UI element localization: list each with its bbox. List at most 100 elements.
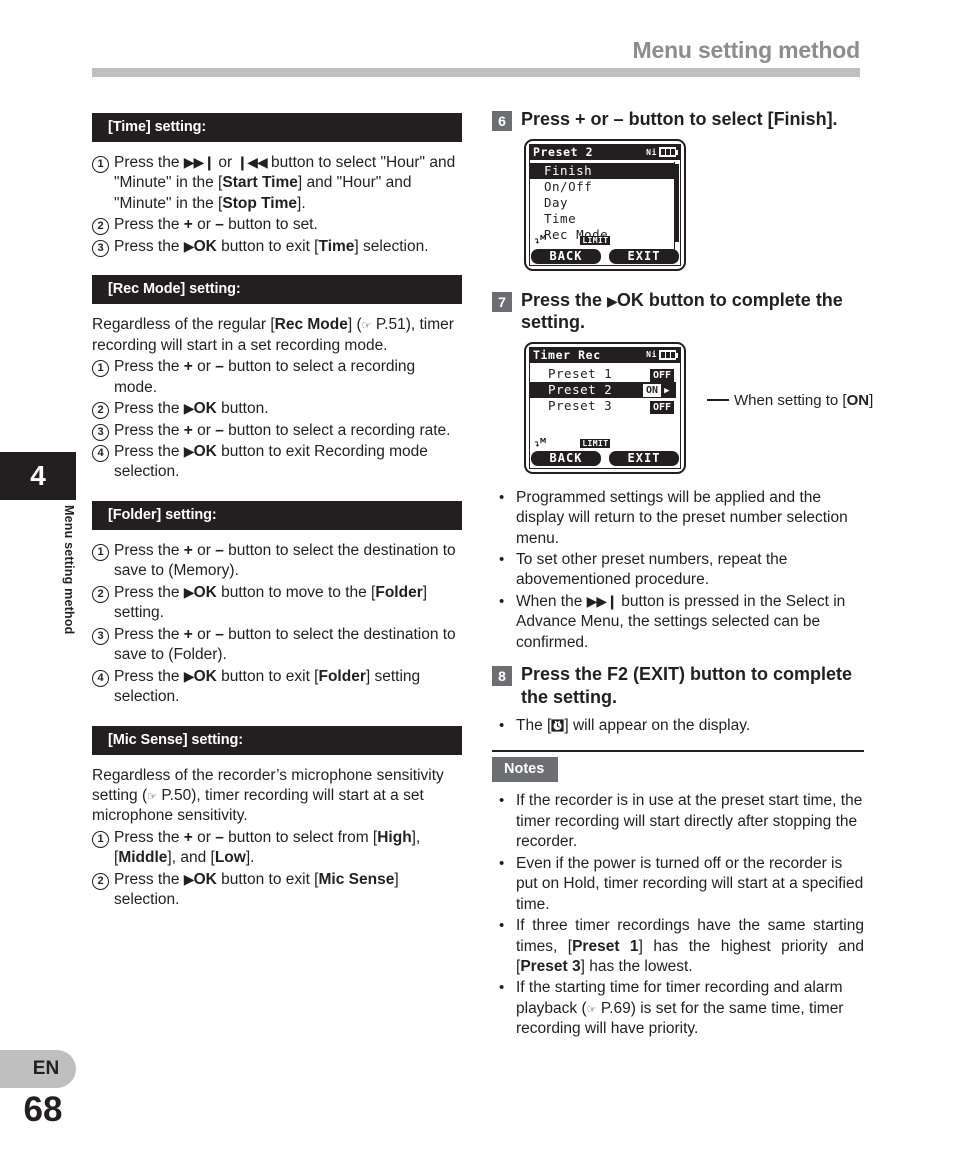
list-item: • If three timer recordings have the same… [499,917,864,975]
transport-glyph-icon: ▶▶❙ [586,593,618,610]
emphasis: Finish [773,109,827,129]
emphasis: Time [318,237,355,255]
lcd-menu-item[interactable]: On/Off [530,179,680,195]
emphasis: Preset 3 [520,958,581,975]
emphasis: + [183,358,193,376]
battery-indicator: Ni [646,349,678,360]
emphasis: High [377,828,412,846]
lcd-inner: Preset 2 Ni Finish On/Off Day Time Rec Mode ↴M L… [529,144,681,266]
transport-glyph-icon: ▶ [183,584,195,601]
lcd-menu-item[interactable]: Day [530,195,680,211]
fkey-exit-button[interactable]: EXIT [609,451,679,467]
step-circle-number: 1 [92,830,109,848]
section-heading: [Rec Mode] setting: [92,275,462,305]
step-heading-text: Press the F2 (EXIT) button to complete t… [521,664,853,707]
pointing-hand-icon: ☞ [361,319,372,333]
step-circle-number: 3 [92,627,109,645]
page-header: Menu setting method [92,37,861,63]
transport-glyph-icon: ▶ [183,871,195,888]
emphasis: ON [846,391,870,409]
pointing-hand-icon: ☞ [586,1002,597,1016]
list-item: • If the starting time for timer recordin… [499,979,844,1038]
emphasis: + [183,541,193,559]
emphasis: OK [193,400,217,418]
list-item: • When the ▶▶❙ button is pressed in the S… [499,592,846,651]
fkey-back-button[interactable]: BACK [531,451,601,467]
emphasis: + [183,216,193,234]
numbered-step-list: 1 Press the + or – button to select from … [92,828,462,911]
lcd-title-bar: Preset 2 Ni [530,145,680,160]
emphasis: OK [193,870,217,888]
list-item: 2 Press the ▶OK button to exit [Mic Sense… [92,870,462,911]
lcd-preset-value-wrap: ON ▶ [643,381,670,399]
emphasis: OK [193,583,217,601]
step-heading-text: Press + or – button to select [Finish]. [521,109,838,129]
emphasis: Low [214,849,246,867]
list-item: 1 Press the ▶▶❙ or ❙◀◀ button to select "… [92,153,462,214]
lcd-title: Preset 2 [533,145,594,159]
lcd-preset-row[interactable]: Preset 1 OFF [530,366,680,382]
right-column: 6 Press + or – button to select [Finish].… [492,108,873,1041]
step-8-heading: 8 Press the F2 (EXIT) button to complete … [492,663,864,708]
step-7-heading: 7 Press the ▶OK button to complete the se… [492,289,864,334]
emphasis: – [215,216,224,234]
bullet-dot: • [499,551,505,569]
notes-list: • If the recorder is in use at the preset… [492,791,864,1039]
lcd-screen-preset-menu: Preset 2 Ni Finish On/Off Day Time Rec Mode ↴M L… [524,139,686,271]
lcd-menu-item-label: Day [544,195,569,210]
transport-glyph-icon: ❙◀◀ [236,155,267,171]
transport-glyph-icon: ▶▶❙ [183,155,215,171]
step-circle-number: 4 [92,444,109,462]
list-item: 4 Press the ▶OK button to exit Recording … [92,442,462,483]
timer-icon [551,718,564,732]
list-item: • If the recorder is in use at the preset… [499,792,863,851]
list-item: 2 Press the ▶OK button to move to the [Fo… [92,583,462,624]
emphasis: – [215,541,224,559]
emphasis: OK [193,667,217,685]
step-heading-text: Press the ▶OK button to complete the set… [521,290,843,333]
step-circle-number: 2 [92,585,109,603]
callout-text: When setting to [ON] [734,391,874,409]
lcd-preset-value-wrap: OFF [649,366,674,382]
lcd-preset-row[interactable]: Preset 2 ON ▶ [530,381,676,399]
emphasis: Mic Sense [318,870,395,888]
list-item: • Even if the power is turned off or the … [499,854,864,913]
numbered-step-list: 1 Press the + or – button to select a rec… [92,357,462,483]
lcd-screen-timer-rec: Timer Rec Ni Preset 1 OFF Preset 2 ON ▶ Preset … [524,341,686,474]
battery-type-label: Ni [646,350,657,360]
lcd-preset-row[interactable]: Preset 3 OFF [530,398,680,414]
battery-type-label: Ni [646,147,657,157]
fkey-exit-button[interactable]: EXIT [609,248,679,264]
lcd-menu-item-label: Finish [544,163,593,178]
list-item: 4 Press the ▶OK button to exit [Folder] s… [92,667,462,708]
lcd-menu-item[interactable]: Time [530,211,680,227]
lcd-menu-item[interactable]: Finish [530,163,676,179]
battery-indicator: Ni [646,147,678,157]
step-8-bullet-list: • The [] will appear on the display. [492,716,864,736]
mic-sense-icon: ↴M [533,436,547,449]
list-item: 3 Press the + or – button to select a rec… [92,421,462,441]
header-rule [92,68,860,77]
lcd-menu-list: Preset 1 OFF Preset 2 ON ▶ Preset 3 OFF [530,363,680,414]
numbered-step-list: 1 Press the + or – button to select the d… [92,541,462,708]
step-number-badge: 7 [492,292,512,312]
pointing-hand-icon: ☞ [147,789,158,803]
transport-glyph-icon: ▶ [607,294,618,310]
step-7-bullet-list: • Programmed settings will be applied and… [492,488,864,654]
section-intro-text: Regardless of the regular [Rec Mode] (☞ … [92,316,454,354]
bullet-dot: • [499,979,505,997]
bullet-dot: • [499,716,505,734]
numbered-step-list: 1 Press the ▶▶❙ or ❙◀◀ button to select "… [92,153,462,257]
emphasis: Folder [375,583,423,601]
limiter-icon: LIMIT [580,236,611,245]
lcd-preset-value-wrap: OFF [649,398,674,414]
bullet-dot: • [499,792,505,810]
transport-glyph-icon: ▶ [183,668,195,685]
page-number: 68 [23,1090,63,1129]
step-circle-number: 4 [92,669,109,687]
bullet-dot: • [499,488,505,506]
fkey-back-button[interactable]: BACK [531,248,601,264]
emphasis: – [215,828,224,846]
